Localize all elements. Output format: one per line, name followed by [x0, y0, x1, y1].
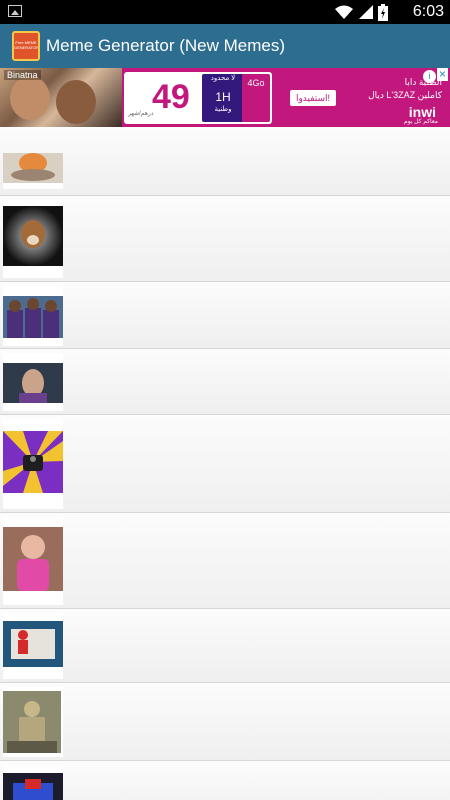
meme-thumbnail-frame [3, 687, 63, 757]
ad-offer-unit: درهم/شهر [128, 111, 154, 117]
ad-pack-top: لا محدود [210, 75, 236, 82]
ad-subline: ديال L'3ZAZ كاملين [368, 90, 442, 100]
ad-data-label: 4Go [247, 78, 265, 88]
meme-thumbnail [3, 621, 63, 667]
status-bar: 6:03 [0, 0, 450, 24]
ad-info-icon[interactable]: i [423, 70, 436, 83]
meme-thumbnail-frame [3, 353, 63, 411]
wifi-icon [335, 5, 353, 19]
ad-pack: لا محدود 1H وطنية [202, 74, 244, 122]
ad-banner[interactable]: Binatna 49 درهم/شهر لا محدود 1H وطنية 4G… [0, 68, 450, 127]
list-item[interactable] [0, 761, 450, 800]
ad-pack-bottom: وطنية [214, 106, 232, 113]
meme-thumbnail [3, 691, 61, 753]
meme-thumbnail-frame [3, 286, 63, 346]
status-icons [334, 3, 388, 21]
meme-thumbnail [3, 153, 63, 183]
ad-data-badge: 4Go [242, 74, 270, 122]
signal-icon [359, 5, 373, 19]
app-logo-text: Free MEME GENERATOR [14, 40, 39, 50]
ad-offer-box: 49 درهم/شهر لا محدود 1H وطنية 4Go [124, 72, 272, 124]
notification-icon [8, 5, 22, 17]
list-item[interactable] [0, 282, 450, 349]
meme-thumbnail [3, 296, 63, 338]
ad-photo: Binatna [0, 68, 122, 127]
meme-thumbnail-frame [3, 613, 63, 679]
ad-tagline: معاكم كل يوم [403, 119, 438, 125]
battery-icon [378, 3, 388, 21]
meme-thumbnail-frame [3, 517, 63, 605]
meme-thumbnail-frame [3, 419, 63, 509]
list-item[interactable] [0, 513, 450, 609]
ad-person-2 [56, 80, 96, 124]
meme-thumbnail-frame [3, 765, 63, 800]
status-time: 6:03 [412, 3, 444, 20]
list-item[interactable] [0, 196, 450, 282]
ad-brand-tag: Binatna [4, 70, 41, 80]
meme-thumbnail [3, 773, 63, 800]
ad-offer-number: 49 [152, 78, 190, 116]
meme-thumbnail-frame [3, 153, 63, 189]
list-item[interactable] [0, 609, 450, 683]
list-item[interactable] [0, 127, 450, 196]
ad-person-1 [10, 76, 50, 120]
ad-pack-hours: 1H [215, 90, 231, 104]
app-bar: Free MEME GENERATOR Meme Generator (New … [0, 24, 450, 68]
meme-thumbnail [3, 206, 63, 266]
app-title: Meme Generator (New Memes) [46, 36, 286, 55]
meme-thumbnail [3, 431, 63, 493]
meme-thumbnail [3, 527, 63, 591]
meme-thumbnail [3, 363, 63, 403]
meme-list [0, 127, 450, 800]
list-item[interactable] [0, 415, 450, 513]
ad-cta-button[interactable]: استفيدوا! [290, 90, 336, 106]
list-item[interactable] [0, 683, 450, 761]
ad-close-icon[interactable]: × [437, 68, 448, 81]
list-item[interactable] [0, 349, 450, 415]
meme-thumbnail-frame [3, 200, 63, 278]
app-logo-icon[interactable]: Free MEME GENERATOR [12, 31, 40, 61]
